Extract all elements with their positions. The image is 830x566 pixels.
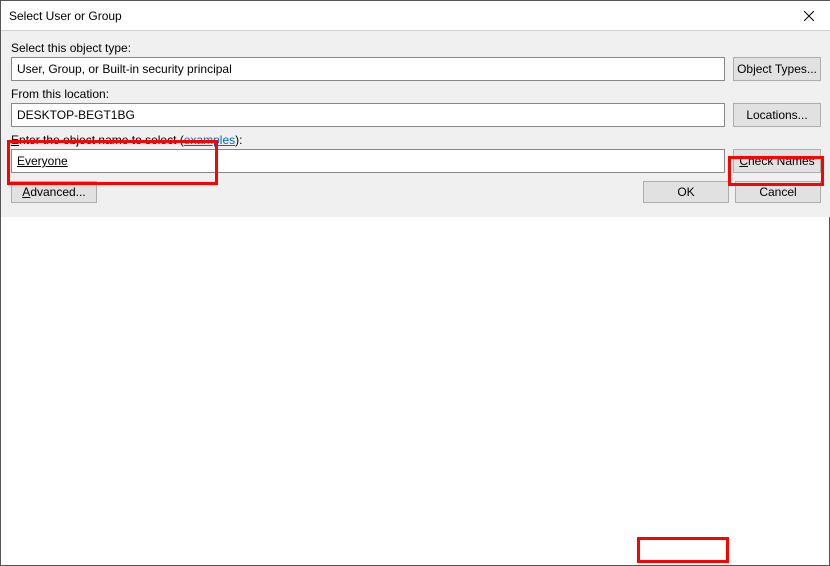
- object-name-label: Enter the object name to select (example…: [11, 133, 725, 147]
- location-value: DESKTOP-BEGT1BG: [11, 103, 725, 127]
- object-type-value: User, Group, or Built-in security princi…: [11, 57, 725, 81]
- object-types-button[interactable]: Object Types...: [733, 57, 821, 81]
- object-type-label: Select this object type:: [11, 41, 821, 55]
- check-names-button[interactable]: Check Names: [733, 149, 821, 173]
- object-name-input[interactable]: Everyone: [11, 149, 725, 173]
- close-icon: [804, 11, 814, 21]
- advanced-button[interactable]: Advanced...: [11, 181, 97, 203]
- highlight-ok: [637, 537, 729, 563]
- title-bar: Select User or Group: [1, 1, 830, 31]
- cancel-button[interactable]: Cancel: [735, 181, 821, 203]
- locations-button[interactable]: Locations...: [733, 103, 821, 127]
- close-button[interactable]: [786, 1, 830, 31]
- location-label: From this location:: [11, 87, 821, 101]
- window-title: Select User or Group: [9, 9, 786, 23]
- examples-link[interactable]: examples: [184, 133, 235, 147]
- ok-button[interactable]: OK: [643, 181, 729, 203]
